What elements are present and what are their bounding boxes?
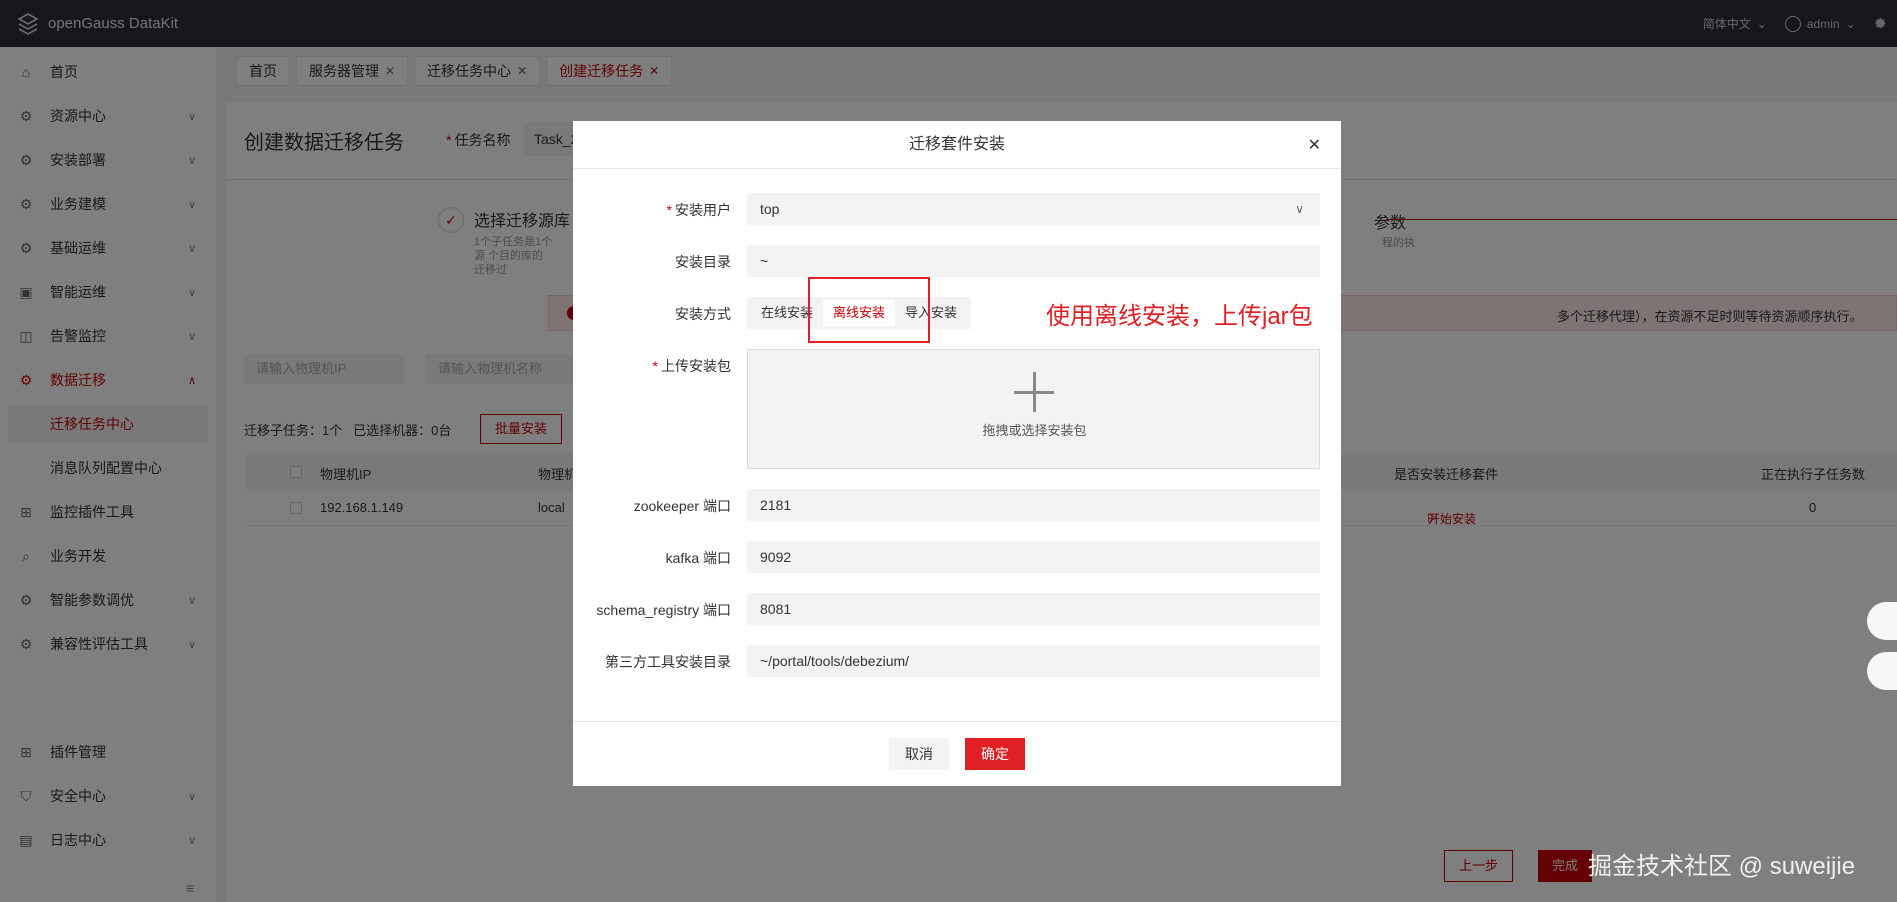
install-dir-row: 安装目录 ~ — [573, 245, 1341, 277]
install-suite-dialog: 迁移套件安装 ✕ * 安装用户 top ∨ 安装目录 ~ 安装方式 在线安装 离线… — [573, 121, 1341, 786]
cancel-button[interactable]: 取消 — [889, 738, 949, 770]
plus-icon — [1014, 372, 1054, 412]
kafka-port-input[interactable]: 9092 — [747, 541, 1320, 573]
schema-registry-row: schema_registry 端口 8081 — [573, 593, 1341, 625]
install-user-label: * 安装用户 — [666, 202, 731, 218]
chevron-down-icon: ∨ — [1295, 202, 1304, 216]
close-icon[interactable]: ✕ — [1308, 135, 1321, 155]
label-text: 安装用户 — [675, 202, 731, 218]
schema-registry-label: schema_registry 端口 — [596, 602, 731, 618]
upload-row: * 上传安装包 拖拽或选择安装包 — [573, 349, 1341, 469]
kafka-label: kafka 端口 — [665, 550, 731, 566]
confirm-button[interactable]: 确定 — [965, 738, 1025, 770]
dialog-footer-divider — [573, 721, 1341, 722]
third-party-dir-row: 第三方工具安装目录 ~/portal/tools/debezium/ — [573, 645, 1341, 677]
third-party-dir-input[interactable]: ~/portal/tools/debezium/ — [747, 645, 1320, 677]
schema-registry-port-input[interactable]: 8081 — [747, 593, 1320, 625]
annotation-highlight-box — [808, 277, 930, 343]
floating-tool-button[interactable] — [1867, 602, 1897, 640]
upload-dropzone[interactable]: 拖拽或选择安装包 — [747, 349, 1320, 469]
watermark: 掘金技术社区 @ suweijie — [1588, 853, 1856, 880]
third-party-dir-label: 第三方工具安装目录 — [605, 654, 731, 670]
dialog-title: 迁移套件安装 — [573, 121, 1341, 169]
install-user-select[interactable]: top ∨ — [747, 193, 1320, 225]
install-dir-input[interactable]: ~ — [747, 245, 1320, 277]
install-dir-label: 安装目录 — [675, 254, 731, 270]
zookeeper-port-input[interactable]: 2181 — [747, 489, 1320, 521]
label-text: 上传安装包 — [661, 358, 731, 374]
upload-hint: 拖拽或选择安装包 — [982, 423, 1087, 438]
floating-avatar-button[interactable] — [1867, 652, 1897, 690]
zookeeper-row: zookeeper 端口 2181 — [573, 489, 1341, 521]
kafka-row: kafka 端口 9092 — [573, 541, 1341, 573]
install-user-row: * 安装用户 top ∨ — [573, 193, 1341, 225]
zookeeper-label: zookeeper 端口 — [633, 498, 731, 514]
select-value: top — [760, 201, 780, 217]
annotation-text: 使用离线安装，上传jar包 — [1046, 303, 1313, 330]
upload-label: * 上传安装包 — [652, 358, 731, 374]
install-mode-label: 安装方式 — [675, 306, 731, 322]
